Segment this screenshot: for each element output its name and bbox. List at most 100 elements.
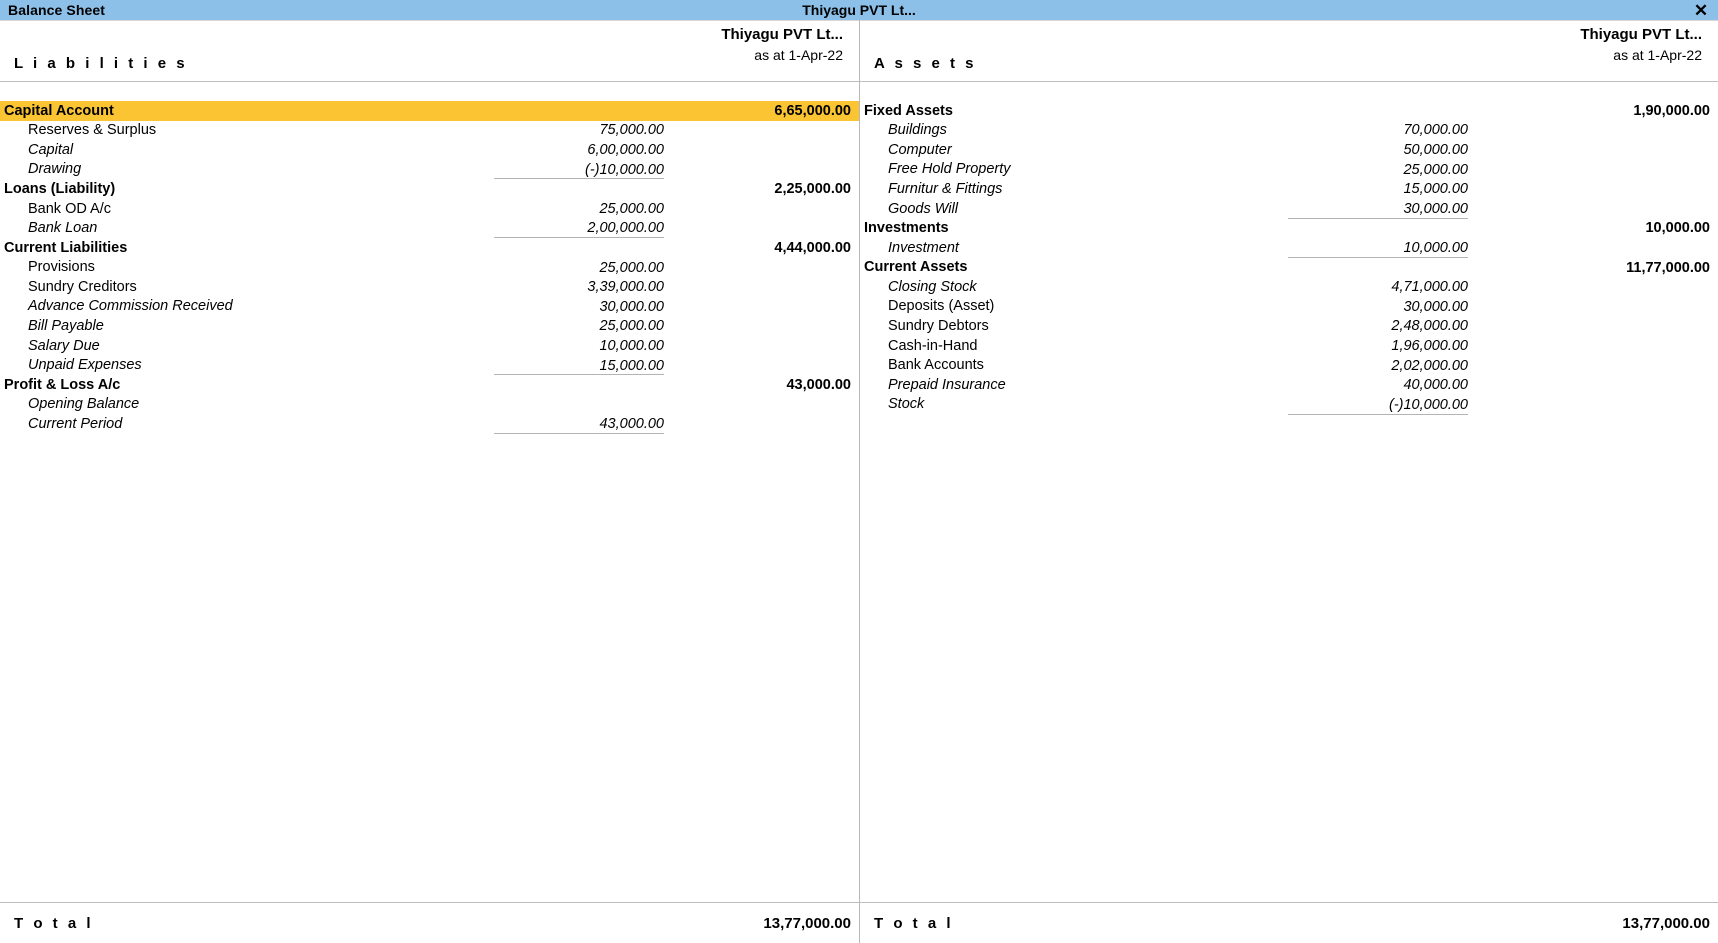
ledger-row[interactable]: Bank Accounts 2,02,000.00 <box>860 356 1718 376</box>
ledger-value: 4,71,000.00 <box>1391 279 1468 296</box>
group-label: Loans (Liability) <box>4 180 116 197</box>
ledger-row[interactable]: Provisions 25,000.00 <box>0 258 859 278</box>
assets-total-label: T o t a l <box>874 914 954 932</box>
ledger-label: Prepaid Insurance <box>888 376 1006 393</box>
ledger-value: 10,000.00 <box>1403 239 1468 256</box>
ledger-row[interactable]: Sundry Debtors 2,48,000.00 <box>860 317 1718 337</box>
group-total-value: 43,000.00 <box>786 377 851 394</box>
ledger-label: Reserves & Surplus <box>28 122 157 139</box>
ledger-row[interactable]: Advance Commission Received 30,000.00 <box>0 297 859 317</box>
window-title: Balance Sheet <box>8 2 106 18</box>
ledger-row[interactable]: Sundry Creditors 3,39,000.00 <box>0 277 859 297</box>
assets-as-at-date: as at 1-Apr-22 <box>1613 47 1702 63</box>
group-total-value: 2,25,000.00 <box>774 181 851 198</box>
ledger-row[interactable]: Stock (-)10,000.00 <box>860 395 1718 415</box>
ledger-label: Advance Commission Received <box>28 298 233 315</box>
ledger-row[interactable]: Bill Payable 25,000.00 <box>0 317 859 337</box>
assets-column-header: A s s e t s Thiyagu PVT Lt... as at 1-Ap… <box>860 20 1718 82</box>
liabilities-pane: L i a b i l i t i e s Thiyagu PVT Lt... … <box>0 20 860 943</box>
ledger-value: 15,000.00 <box>1403 181 1468 198</box>
group-total-value: 10,000.00 <box>1645 220 1710 237</box>
group-row[interactable]: Capital Account 6,65,000.00 <box>0 101 859 121</box>
ledger-label: Opening Balance <box>28 396 140 413</box>
liabilities-company-name: Thiyagu PVT Lt... <box>721 26 843 43</box>
ledger-row[interactable]: Bank OD A/c 25,000.00 <box>0 199 859 219</box>
group-row[interactable]: Current Liabilities 4,44,000.00 <box>0 238 859 258</box>
ledger-row[interactable]: Opening Balance <box>0 395 859 415</box>
liabilities-as-at-date: as at 1-Apr-22 <box>754 47 843 63</box>
ledger-value: 2,02,000.00 <box>1391 357 1468 374</box>
ledger-row[interactable]: Unpaid Expenses 15,000.00 <box>0 356 859 376</box>
ledger-label: Capital <box>28 141 74 158</box>
ledger-row[interactable]: Buildings 70,000.00 <box>860 121 1718 141</box>
ledger-value: 25,000.00 <box>599 318 664 335</box>
group-label: Capital Account <box>4 102 114 119</box>
liabilities-heading: L i a b i l i t i e s <box>14 55 188 72</box>
ledger-row[interactable]: Cash-in-Hand 1,96,000.00 <box>860 336 1718 356</box>
ledger-label: Furnitur & Fittings <box>888 180 1003 197</box>
ledger-label: Computer <box>888 141 952 158</box>
liabilities-total-row: T o t a l 13,77,000.00 <box>0 902 859 943</box>
assets-rows: Fixed Assets 1,90,000.00 Buildings 70,000.0… <box>860 82 1718 902</box>
ledger-row[interactable]: Computer 50,000.00 <box>860 140 1718 160</box>
ledger-value: 30,000.00 <box>1403 298 1468 315</box>
ledger-value: 75,000.00 <box>599 122 664 139</box>
ledger-label: Current Period <box>28 416 123 433</box>
group-row[interactable]: Investments 10,000.00 <box>860 219 1718 239</box>
ledger-row[interactable]: Prepaid Insurance 40,000.00 <box>860 375 1718 395</box>
assets-company-name: Thiyagu PVT Lt... <box>1580 26 1702 43</box>
ledger-row[interactable]: Reserves & Surplus 75,000.00 <box>0 121 859 141</box>
ledger-label: Free Hold Property <box>888 161 1011 178</box>
ledger-row[interactable]: Salary Due 10,000.00 <box>0 336 859 356</box>
window-titlebar: Balance Sheet Thiyagu PVT Lt... ✕ <box>0 0 1718 21</box>
ledger-value: 3,39,000.00 <box>587 279 664 296</box>
ledger-row[interactable]: Goods Will 30,000.00 <box>860 199 1718 219</box>
ledger-label: Buildings <box>888 122 947 139</box>
group-row[interactable]: Profit & Loss A/c 43,000.00 <box>0 375 859 395</box>
group-row[interactable]: Fixed Assets 1,90,000.00 <box>860 101 1718 121</box>
balance-sheet-panes: L i a b i l i t i e s Thiyagu PVT Lt... … <box>0 20 1718 943</box>
ledger-label: Bank Accounts <box>888 357 984 374</box>
group-row[interactable]: Loans (Liability) 2,25,000.00 <box>0 179 859 199</box>
ledger-row[interactable]: Closing Stock 4,71,000.00 <box>860 277 1718 297</box>
ledger-label: Sundry Creditors <box>28 278 137 295</box>
ledger-value: (-)10,000.00 <box>585 161 664 178</box>
ledger-value: 25,000.00 <box>599 200 664 217</box>
assets-total-row: T o t a l 13,77,000.00 <box>860 902 1718 943</box>
ledger-label: Investment <box>888 239 959 256</box>
ledger-value: 15,000.00 <box>599 357 664 374</box>
ledger-value: 1,96,000.00 <box>1391 337 1468 354</box>
ledger-value: 30,000.00 <box>1403 200 1468 217</box>
ledger-value: 30,000.00 <box>599 298 664 315</box>
ledger-row[interactable]: Free Hold Property 25,000.00 <box>860 160 1718 180</box>
ledger-label: Stock <box>888 396 925 413</box>
ledger-row[interactable]: Current Period 43,000.00 <box>0 415 859 435</box>
ledger-value: 50,000.00 <box>1403 141 1468 158</box>
liabilities-column-header: L i a b i l i t i e s Thiyagu PVT Lt... … <box>0 20 859 82</box>
ledger-label: Sundry Debtors <box>888 318 989 335</box>
ledger-label: Bank Loan <box>28 220 98 237</box>
ledger-row[interactable]: Deposits (Asset) 30,000.00 <box>860 297 1718 317</box>
ledger-row[interactable]: Drawing (-)10,000.00 <box>0 160 859 180</box>
group-row[interactable]: Current Assets 11,77,000.00 <box>860 258 1718 278</box>
ledger-row[interactable]: Furnitur & Fittings 15,000.00 <box>860 179 1718 199</box>
group-total-value: 4,44,000.00 <box>774 239 851 256</box>
ledger-label: Goods Will <box>888 200 958 217</box>
ledger-label: Bank OD A/c <box>28 200 112 217</box>
close-icon[interactable]: ✕ <box>1690 0 1712 20</box>
ledger-label: Unpaid Expenses <box>28 357 142 374</box>
ledger-value: 43,000.00 <box>599 416 664 433</box>
ledger-label: Deposits (Asset) <box>888 298 995 315</box>
group-label: Current Assets <box>864 259 968 276</box>
ledger-value: 6,00,000.00 <box>587 141 664 158</box>
ledger-row[interactable]: Investment 10,000.00 <box>860 238 1718 258</box>
ledger-row[interactable]: Bank Loan 2,00,000.00 <box>0 219 859 239</box>
ledger-value: 2,00,000.00 <box>587 220 664 237</box>
assets-total-value: 13,77,000.00 <box>1622 914 1710 932</box>
ledger-label: Closing Stock <box>888 278 977 295</box>
ledger-row[interactable]: Capital 6,00,000.00 <box>0 140 859 160</box>
group-total-value: 1,90,000.00 <box>1633 102 1710 119</box>
ledger-value: 40,000.00 <box>1403 377 1468 394</box>
balance-sheet-body: L i a b i l i t i e s Thiyagu PVT Lt... … <box>0 20 1718 943</box>
group-label: Fixed Assets <box>864 102 953 119</box>
